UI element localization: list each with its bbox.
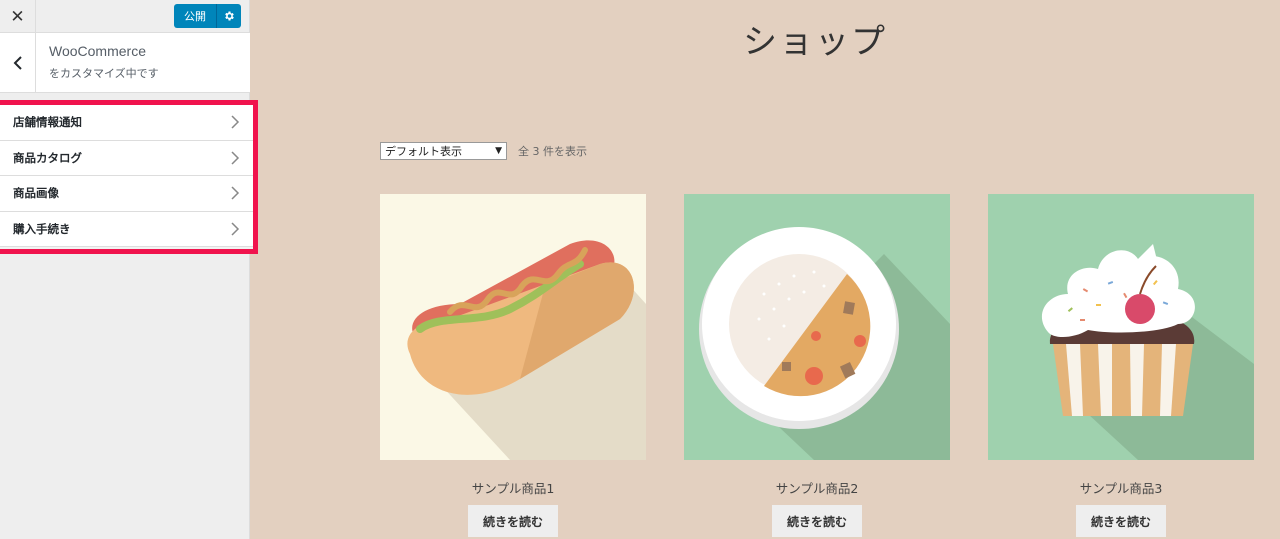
read-more-button[interactable]: 続きを読む bbox=[772, 505, 862, 537]
product-card: サンプル商品2 続きを読む bbox=[684, 194, 950, 537]
chevron-right-icon bbox=[231, 151, 240, 165]
section-item-product-catalog[interactable]: 商品カタログ bbox=[0, 140, 253, 176]
chevron-right-icon bbox=[231, 115, 240, 129]
panel-title: WooCommerce bbox=[49, 43, 146, 59]
section-item-label: 商品カタログ bbox=[13, 150, 82, 165]
cupcake-image[interactable] bbox=[988, 194, 1254, 460]
hotdog-image[interactable] bbox=[380, 194, 646, 460]
publish-settings-button[interactable] bbox=[217, 4, 241, 28]
product-name[interactable]: サンプル商品1 bbox=[380, 478, 646, 497]
close-customizer-button[interactable]: ✕ bbox=[0, 0, 36, 33]
result-count: 全 3 件を表示 bbox=[518, 145, 587, 158]
curry-plate-image[interactable] bbox=[684, 194, 950, 460]
close-icon: ✕ bbox=[10, 6, 25, 27]
section-list-highlighted: 店舗情報通知 商品カタログ 商品画像 購入手続き bbox=[0, 100, 258, 254]
customizer-topbar: ✕ 公開 bbox=[0, 0, 249, 33]
panel-subtitle: をカスタマイズ中です bbox=[49, 67, 159, 80]
section-item-label: 購入手続き bbox=[13, 221, 71, 236]
chevron-right-icon bbox=[231, 186, 240, 200]
customizer-sidebar: ✕ 公開 WooCommerce をカスタマイズ中です 店舗情報通知 商品カタロ… bbox=[0, 0, 258, 539]
sort-select[interactable]: デフォルト表示 ▼ bbox=[380, 142, 507, 160]
product-card: サンプル商品1 続きを読む bbox=[380, 194, 646, 537]
product-name[interactable]: サンプル商品2 bbox=[684, 478, 950, 497]
section-item-checkout[interactable]: 購入手続き bbox=[0, 211, 253, 247]
chevron-right-icon bbox=[231, 222, 240, 236]
sort-select-value: デフォルト表示 bbox=[385, 145, 462, 158]
read-more-button[interactable]: 続きを読む bbox=[1076, 505, 1166, 537]
publish-button-group: 公開 bbox=[174, 4, 241, 28]
product-card: サンプル商品3 続きを読む bbox=[988, 194, 1254, 537]
page-title: ショップ bbox=[743, 22, 887, 62]
section-item-label: 店舗情報通知 bbox=[13, 115, 82, 130]
read-more-button[interactable]: 続きを読む bbox=[468, 505, 558, 537]
back-button[interactable] bbox=[0, 33, 36, 92]
gear-icon bbox=[225, 11, 234, 21]
section-item-label: 商品画像 bbox=[13, 186, 59, 201]
panel-header: WooCommerce をカスタマイズ中です bbox=[0, 33, 250, 93]
section-item-store-notice[interactable]: 店舗情報通知 bbox=[0, 105, 253, 141]
section-item-product-images[interactable]: 商品画像 bbox=[0, 176, 253, 212]
chevron-left-icon bbox=[13, 55, 22, 70]
dropdown-arrow-icon: ▼ bbox=[495, 146, 502, 156]
product-name[interactable]: サンプル商品3 bbox=[988, 478, 1254, 497]
publish-button[interactable]: 公開 bbox=[174, 4, 217, 28]
